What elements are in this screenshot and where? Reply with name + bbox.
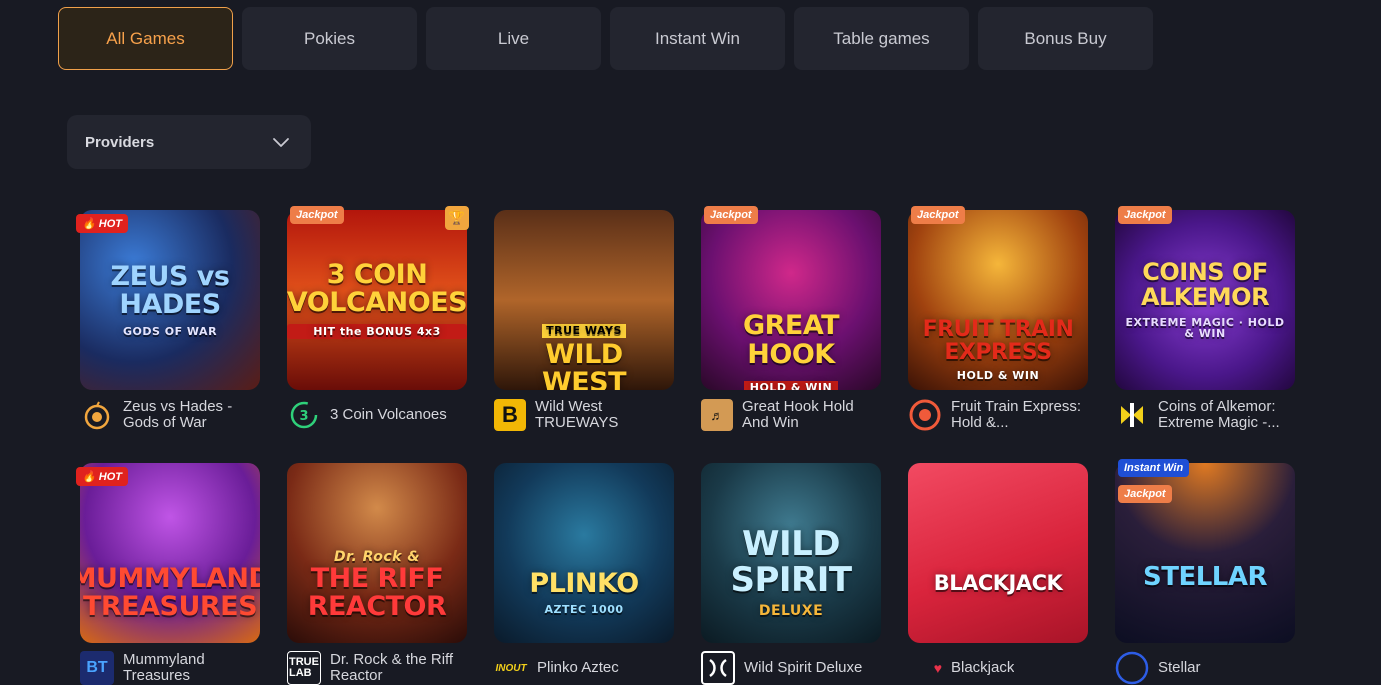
game-card[interactable]: ZEUS vs HADES GODS OF WAR 🔥 HOT Zeus vs H… [76,210,260,453]
game-meta: ♥ Blackjack [908,648,1088,685]
game-title[interactable]: Plinko Aztec [537,660,619,676]
game-title[interactable]: Blackjack [951,660,1014,676]
jackpot-badge: Jackpot [911,206,965,224]
tab-all-games[interactable]: All Games [58,7,233,70]
game-title[interactable]: Wild Spirit Deluxe [744,660,862,676]
game-thumbnail[interactable]: GREAT HOOKHOLD & WIN [701,210,881,390]
tab-table-games[interactable]: Table games [794,7,969,70]
game-art-title: Dr. Rock & THE RIFF REACTOR [307,549,447,623]
game-thumbnail[interactable]: PLINKO AZTEC 1000 [494,463,674,643]
providers-dropdown[interactable]: Providers [67,115,311,169]
jackpot-badge: Jackpot [290,206,344,224]
provider-logo [1115,398,1149,432]
game-card[interactable]: COINS OF ALKEMOR EXTREME MAGIC · HOLD & W… [1115,206,1295,453]
game-thumbnail[interactable]: TRUE WAYS WILD WEST [494,210,674,390]
jackpot-badge: Jackpot [1118,485,1172,503]
games-grid: ZEUS vs HADES GODS OF WAR 🔥 HOT Zeus vs H… [76,206,1295,685]
trophy-icon: 🏆 [445,206,469,230]
game-card[interactable]: PLINKO AZTEC 1000 INOUT Plinko Aztec [494,463,674,685]
hot-badge: 🔥 HOT [76,214,128,233]
game-title[interactable]: Coins of Alkemor: Extreme Magic -... [1158,399,1295,431]
provider-logo [1115,651,1149,685]
game-card[interactable]: 3 COIN VOLCANOES HIT the BONUS 4x3 Jackpo… [287,206,469,453]
category-tabs: All Games Pokies Live Instant Win Table … [58,7,1153,70]
game-art-title: MUMMYLAND TREASURES [80,562,260,622]
game-thumbnail[interactable]: MUMMYLAND TREASURES [80,463,260,643]
svg-text:3: 3 [299,409,308,424]
instant-win-badge: Instant Win [1118,459,1190,477]
game-meta: INOUT Plinko Aztec [494,648,674,685]
game-card[interactable]: STELLAR Instant Win Jackpot Stellar [1115,459,1295,685]
game-thumbnail[interactable]: 3 COIN VOLCANOES HIT the BONUS 4x3 [287,210,467,390]
provider-logo: INOUT [495,662,527,674]
providers-label: Providers [85,133,155,151]
game-thumbnail[interactable]: Dr. Rock & THE RIFF REACTOR [287,463,467,643]
game-card[interactable]: WILD SPIRIT DELUXE Wild Spirit Deluxe [701,463,881,685]
game-art-title: STELLAR [1143,562,1268,593]
provider-logo [701,651,735,685]
game-title[interactable]: Dr. Rock & the Riff Reactor [330,652,467,684]
game-thumbnail[interactable]: WILD SPIRIT DELUXE [701,463,881,643]
game-title[interactable]: Stellar [1158,660,1201,676]
game-thumbnail[interactable]: COINS OF ALKEMOR EXTREME MAGIC · HOLD & W… [1115,210,1295,390]
provider-logo [80,398,114,432]
game-title[interactable]: 3 Coin Volcanoes [330,407,447,423]
provider-logo: ♬ [701,399,733,431]
game-art-title: ZEUS vs HADES GODS OF WAR [110,260,230,338]
game-meta: B Wild West TRUEWAYS [494,395,674,435]
game-card[interactable]: GREAT HOOKHOLD & WIN Jackpot ♬ Great Hoo… [701,206,881,453]
game-card[interactable]: FRUIT TRAIN EXPRESS HOLD & WIN Jackpot Fr… [908,206,1088,453]
provider-logo: TRUE LAB [287,651,321,685]
game-art-title: GREAT HOOKHOLD & WIN [701,312,881,390]
game-title[interactable]: Zeus vs Hades - Gods of War [123,399,260,431]
provider-logo: B [494,399,526,431]
game-thumbnail[interactable]: FRUIT TRAIN EXPRESS HOLD & WIN [908,210,1088,390]
jackpot-badge: Jackpot [704,206,758,224]
game-meta: Fruit Train Express: Hold &... [908,395,1088,435]
tab-live[interactable]: Live [426,7,601,70]
provider-logo: ♥ [933,660,942,676]
game-meta: 3 3 Coin Volcanoes [287,395,467,435]
chevron-down-icon [273,138,289,147]
hot-badge: 🔥 HOT [76,467,128,486]
game-art-title: PLINKO AZTEC 1000 [529,568,639,617]
game-title[interactable]: Fruit Train Express: Hold &... [951,399,1088,431]
tab-pokies[interactable]: Pokies [242,7,417,70]
game-art-title: FRUIT TRAIN EXPRESS HOLD & WIN [922,317,1074,383]
tab-instant-win[interactable]: Instant Win [610,7,785,70]
game-thumbnail[interactable]: BLACKJACK [908,463,1088,643]
game-title[interactable]: Great Hook Hold And Win [742,399,881,431]
game-meta: BT Mummyland Treasures [80,648,260,685]
provider-logo: 3 [287,398,321,432]
game-art-title: WILD SPIRIT DELUXE [730,523,852,620]
game-card[interactable]: BLACKJACK ♥ Blackjack [908,463,1088,685]
game-art-title: BLACKJACK [933,570,1063,595]
jackpot-badge: Jackpot [1118,206,1172,224]
game-card[interactable]: Dr. Rock & THE RIFF REACTOR TRUE LAB Dr. R… [287,463,467,685]
game-meta: Coins of Alkemor: Extreme Magic -... [1115,395,1295,435]
game-card[interactable]: TRUE WAYS WILD WEST B Wild West TRUEWAYS [494,210,674,453]
game-art-title: COINS OF ALKEMOR EXTREME MAGIC · HOLD & W… [1125,258,1285,341]
game-meta: Wild Spirit Deluxe [701,648,881,685]
game-meta: TRUE LAB Dr. Rock & the Riff Reactor [287,648,467,685]
provider-logo [908,398,942,432]
game-art-title: 3 COIN VOLCANOES HIT the BONUS 4x3 [287,258,467,340]
game-art-title: TRUE WAYS WILD WEST [541,324,627,390]
game-title[interactable]: Mummyland Treasures [123,652,260,684]
game-card[interactable]: MUMMYLAND TREASURES 🔥 HOT BT Mummyland T… [76,463,260,685]
game-meta: Zeus vs Hades - Gods of War [80,395,260,435]
game-thumbnail[interactable]: ZEUS vs HADES GODS OF WAR [80,210,260,390]
tab-bonus-buy[interactable]: Bonus Buy [978,7,1153,70]
game-meta: ♬ Great Hook Hold And Win [701,395,881,435]
game-title[interactable]: Wild West TRUEWAYS [535,399,674,431]
game-meta: Stellar [1115,648,1295,685]
provider-logo: BT [80,651,114,685]
